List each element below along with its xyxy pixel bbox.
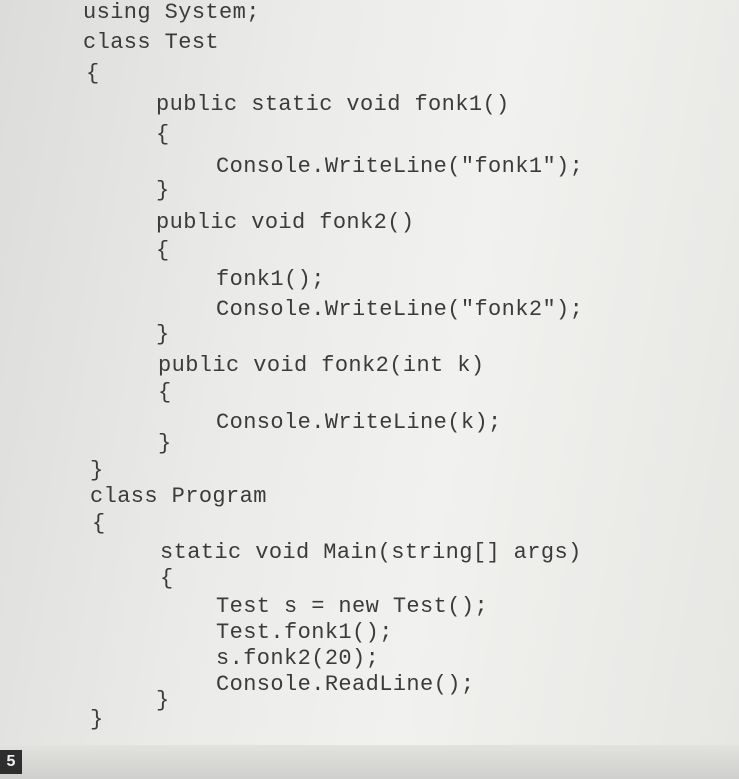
code-line: } [90,707,104,732]
code-line: { [156,122,170,147]
page-bottom-strip [0,745,739,779]
code-line: s.fonk2(20); [216,646,380,671]
code-line: Test s = new Test(); [216,594,489,619]
code-line: Console.WriteLine("fonk2"); [216,297,584,322]
page-number-badge: 5 [0,750,22,774]
code-line: { [86,61,100,86]
code-line: public void fonk2(int k) [158,353,485,378]
code-line: public void fonk2() [156,210,415,235]
code-line: Console.ReadLine(); [216,672,475,697]
code-line: } [158,431,172,456]
code-line: { [156,238,170,263]
code-line: static void Main(string[] args) [160,540,582,565]
code-line: Console.WriteLine("fonk1"); [216,154,584,179]
code-line: fonk1(); [216,267,325,292]
code-line: { [158,380,172,405]
code-line: { [160,566,174,591]
code-line: { [92,511,106,536]
code-line: public static void fonk1() [156,92,510,117]
code-line: Test.fonk1(); [216,620,393,645]
code-line: using System; [83,0,260,25]
code-line: } [90,458,104,483]
code-line: } [156,688,170,713]
code-line: Console.WriteLine(k); [216,410,502,435]
code-line: } [156,178,170,203]
code-line: } [156,322,170,347]
code-listing: using System; class Test { public static… [0,0,739,779]
code-line: class Test [83,30,220,55]
code-line: class Program [90,484,267,509]
